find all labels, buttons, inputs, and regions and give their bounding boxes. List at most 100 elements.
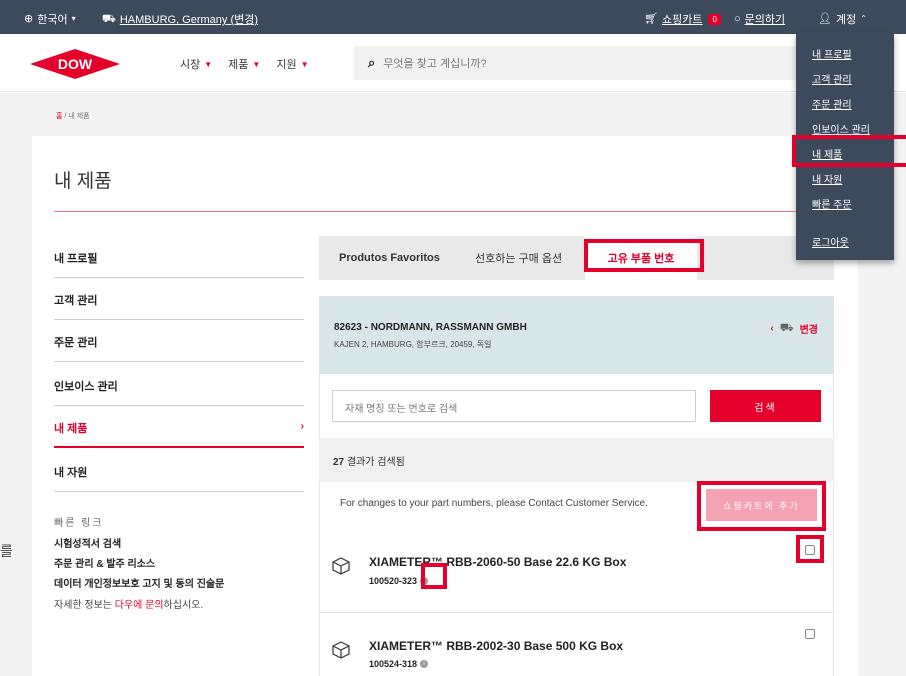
nav-products[interactable]: 제품 ▼	[228, 56, 260, 72]
search-button[interactable]: 검색	[710, 390, 821, 422]
product-divider	[320, 612, 833, 613]
globe-icon: ⊕	[24, 12, 34, 25]
product-code: 100520-323	[369, 576, 418, 586]
sidebar-item-orders[interactable]: 주문 관리	[54, 320, 304, 362]
tab-favorite-products[interactable]: Produtos Favoritos	[339, 236, 440, 280]
search-icon: ⌕	[368, 55, 376, 70]
account-menu-toggle[interactable]: 👤︎ 계정 ⌃	[818, 11, 867, 27]
customer-name: 82623 - NORDMANN, RASSMANN GMBH	[334, 322, 527, 333]
contact-dow-suffix: 하십시오.	[163, 600, 204, 611]
nav-support[interactable]: 지원 ▼	[276, 56, 308, 72]
cart-icon: 🛒︎	[644, 12, 658, 25]
sidebar-item-label: 내 제품	[54, 423, 88, 435]
sidebar-item-profile[interactable]: 내 프로필	[54, 236, 304, 278]
info-icon[interactable]: i	[420, 660, 429, 668]
site-search-input[interactable]: ⌕ 무엇을 찾고 계십니까?	[354, 46, 804, 80]
quick-link-privacy-notice[interactable]: 데이터 개인정보보호 고지 및 동의 진술문	[54, 575, 224, 590]
truck-icon: ⛟	[102, 12, 116, 25]
sidebar-item-label: 고객 관리	[54, 295, 98, 307]
quick-links-title: 빠른 링크	[54, 518, 104, 529]
breadcrumb-current: 내 제품	[68, 113, 90, 120]
user-icon: 👤︎	[818, 12, 832, 25]
results-summary: 27 결과가 검색됨	[319, 438, 834, 482]
change-customer-label: 변경	[799, 325, 818, 336]
page-title: 내 제품	[54, 171, 112, 192]
language-selector[interactable]: ⊕ 한국어 ▾	[24, 11, 76, 27]
sidebar-item-label: 인보이스 관리	[54, 381, 118, 393]
sidebar-item-invoices[interactable]: 인보이스 관리	[54, 364, 304, 406]
contact-link[interactable]: ○ 문의하기	[734, 11, 785, 27]
title-divider	[54, 211, 838, 212]
highlight-add-to-cart	[697, 481, 826, 531]
chevron-down-icon: ▼	[300, 59, 309, 69]
chat-bubble-icon: ○	[734, 12, 741, 25]
sidebar-item-label: 내 프로필	[54, 253, 98, 265]
sidebar-item-label: 내 자원	[54, 467, 88, 479]
contact-label[interactable]: 문의하기	[745, 11, 785, 27]
top-bar: ⊕ 한국어 ▾ ⛟ HAMBURG, Germany (변경) 🛒︎ 쇼핑카트 …	[0, 0, 906, 34]
sidebar-item-resources[interactable]: 내 자원	[54, 450, 304, 492]
product-code-row: 100524-318 i	[369, 659, 429, 669]
chevron-down-icon: ▼	[204, 59, 213, 69]
change-customer-link[interactable]: ‹ ⛟ 변경	[770, 321, 818, 337]
chevron-right-icon: ›	[300, 421, 304, 432]
sidebar-item-customers[interactable]: 고객 관리	[54, 278, 304, 320]
customer-address: KAJEN 2, HAMBURG, 함부르크, 20459, 독일	[334, 340, 492, 349]
highlight-my-products-menu	[792, 135, 906, 167]
sidebar-item-my-products[interactable]: 내 제품 ›	[54, 406, 304, 448]
product-name[interactable]: XIAMETER™ RBB-2060-50 Base 22.6 KG Box	[369, 555, 626, 569]
clipped-text-fragment: 를	[0, 543, 13, 559]
chevron-down-icon: ▾	[71, 14, 76, 23]
part-number-notice: For changes to your part numbers, please…	[340, 498, 648, 509]
breadcrumb-home[interactable]: 홈	[56, 113, 62, 120]
quick-link-order-resources[interactable]: 주문 관리 & 발주 리소스	[54, 555, 155, 570]
highlight-info-icon	[421, 563, 447, 589]
contact-dow-link[interactable]: 다우에 문의	[115, 600, 164, 611]
menu-item-orders[interactable]: 주문 관리	[812, 96, 852, 111]
cart-count-badge: 0	[708, 13, 721, 25]
breadcrumb-separator: /	[64, 113, 67, 120]
quick-link-coa-search[interactable]: 시험성적서 검색	[54, 535, 121, 550]
chevron-up-icon: ⌃	[860, 14, 867, 23]
menu-item-profile[interactable]: 내 프로필	[812, 46, 852, 61]
product-code-row: 100520-323 i	[369, 576, 429, 586]
nav-markets[interactable]: 시장 ▼	[180, 56, 212, 72]
account-label: 계정	[835, 14, 857, 26]
breadcrumb: 홈 / 내 제품	[56, 111, 90, 121]
location-label[interactable]: HAMBURG, Germany (변경)	[120, 11, 258, 27]
truck-icon: ⛟	[779, 321, 794, 334]
chevron-down-icon: ▼	[252, 59, 261, 69]
nav-products-label: 제품	[228, 59, 249, 71]
cart-link[interactable]: 🛒︎ 쇼핑카트 0	[644, 11, 721, 27]
highlight-checkbox	[796, 535, 824, 563]
language-label: 한국어	[37, 14, 68, 26]
product-code: 100524-318	[369, 659, 418, 669]
nav-markets-label: 시장	[180, 59, 201, 71]
product-search-input[interactable]: 자재 명칭 또는 번호로 검색	[332, 390, 696, 422]
product-name[interactable]: XIAMETER™ RBB-2002-30 Base 500 KG Box	[369, 639, 623, 653]
site-search-placeholder: 무엇을 찾고 계십니까?	[383, 58, 487, 70]
customer-panel: 82623 - NORDMANN, RASSMANN GMBH KAJEN 2,…	[319, 296, 834, 374]
menu-item-customers[interactable]: 고객 관리	[812, 71, 852, 86]
logo-text: DOW	[58, 56, 93, 72]
menu-item-invoices[interactable]: 인보이스 관리	[812, 121, 870, 136]
results-count: 27	[333, 457, 345, 468]
product-tabs: Produtos Favoritos 선호하는 구매 옵션 고유 부품 번호	[319, 236, 834, 280]
menu-item-quick-order[interactable]: 빠른 주문	[812, 196, 852, 211]
location-selector[interactable]: ⛟ HAMBURG, Germany (변경)	[102, 11, 258, 27]
product-select-checkbox[interactable]	[805, 629, 815, 639]
contact-dow-prefix: 자세한 정보는	[54, 600, 115, 611]
menu-item-logout[interactable]: 로그아웃	[812, 234, 849, 249]
results-text: 결과가 검색됨	[344, 457, 405, 468]
main-nav: 시장 ▼ 제품 ▼ 지원 ▼	[180, 56, 309, 72]
sidebar-item-label: 주문 관리	[54, 337, 98, 349]
nav-support-label: 지원	[276, 59, 297, 71]
tab-preferred-purchase-options[interactable]: 선호하는 구매 옵션	[475, 236, 562, 280]
dow-logo[interactable]: DOW	[30, 49, 120, 79]
cart-label[interactable]: 쇼핑카트	[662, 11, 702, 27]
site-header: DOW 시장 ▼ 제품 ▼ 지원 ▼ ⌕ 무엇을 찾고 계십니까?	[0, 34, 906, 92]
chevron-left-icon: ‹	[770, 323, 774, 334]
menu-item-resources[interactable]: 내 자원	[812, 171, 842, 186]
box-icon	[332, 557, 350, 575]
highlight-unique-part-tab	[584, 239, 704, 272]
